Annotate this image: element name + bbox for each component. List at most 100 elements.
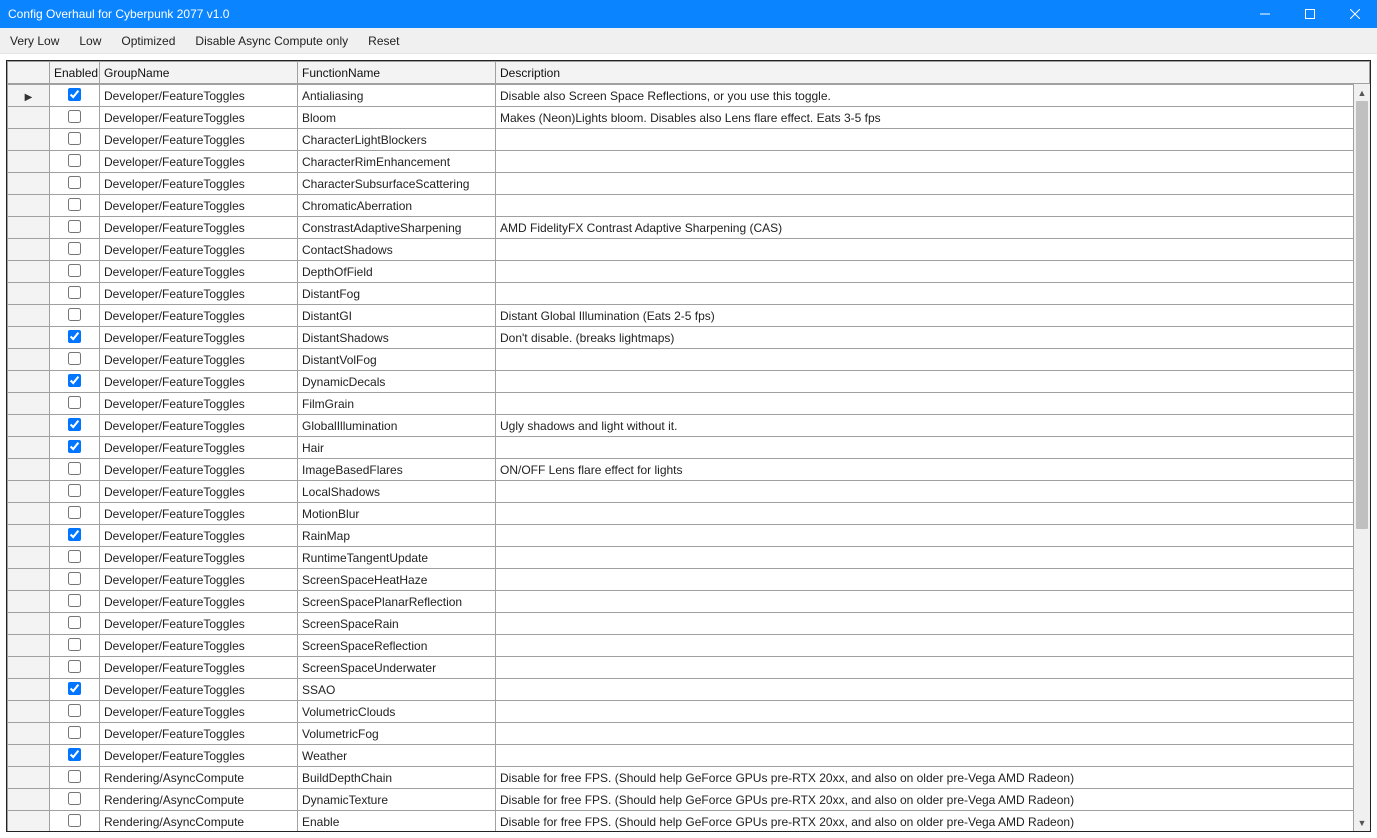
enabled-checkbox[interactable] xyxy=(68,462,81,475)
enabled-checkbox[interactable] xyxy=(68,748,81,761)
enabled-checkbox[interactable] xyxy=(68,594,81,607)
groupname-cell[interactable]: Developer/FeatureToggles xyxy=(100,569,298,591)
table-row[interactable]: Developer/FeatureTogglesRuntimeTangentUp… xyxy=(8,547,1370,569)
functionname-cell[interactable]: DynamicTexture xyxy=(298,789,496,811)
enabled-checkbox[interactable] xyxy=(68,242,81,255)
table-row[interactable]: Developer/FeatureTogglesScreenSpaceRain xyxy=(8,613,1370,635)
groupname-cell[interactable]: Developer/FeatureToggles xyxy=(100,85,298,107)
description-cell[interactable] xyxy=(496,701,1370,723)
groupname-cell[interactable]: Developer/FeatureToggles xyxy=(100,745,298,767)
groupname-cell[interactable]: Rendering/AsyncCompute xyxy=(100,811,298,832)
description-cell[interactable] xyxy=(496,613,1370,635)
functionname-cell[interactable]: DistantFog xyxy=(298,283,496,305)
table-row[interactable]: Developer/FeatureTogglesCharacterLightBl… xyxy=(8,129,1370,151)
enabled-checkbox[interactable] xyxy=(68,726,81,739)
functionname-cell[interactable]: DynamicDecals xyxy=(298,371,496,393)
enabled-checkbox[interactable] xyxy=(68,264,81,277)
row-header-cell[interactable] xyxy=(8,239,50,261)
row-header-cell[interactable] xyxy=(8,173,50,195)
table-row[interactable]: Developer/FeatureTogglesBloomMakes (Neon… xyxy=(8,107,1370,129)
row-header-cell[interactable] xyxy=(8,217,50,239)
functionname-cell[interactable]: FilmGrain xyxy=(298,393,496,415)
groupname-cell[interactable]: Developer/FeatureToggles xyxy=(100,195,298,217)
groupname-cell[interactable]: Developer/FeatureToggles xyxy=(100,591,298,613)
enabled-checkbox[interactable] xyxy=(68,330,81,343)
table-row[interactable]: Developer/FeatureTogglesLocalShadows xyxy=(8,481,1370,503)
table-row[interactable]: Developer/FeatureTogglesScreenSpaceRefle… xyxy=(8,635,1370,657)
description-cell[interactable] xyxy=(496,547,1370,569)
enabled-checkbox[interactable] xyxy=(68,484,81,497)
groupname-cell[interactable]: Developer/FeatureToggles xyxy=(100,459,298,481)
description-cell[interactable] xyxy=(496,723,1370,745)
description-cell[interactable]: Distant Global Illumination (Eats 2-5 fp… xyxy=(496,305,1370,327)
preset-low[interactable]: Low xyxy=(79,34,101,48)
groupname-cell[interactable]: Developer/FeatureToggles xyxy=(100,283,298,305)
minimize-button[interactable] xyxy=(1242,0,1287,28)
functionname-cell[interactable]: DistantShadows xyxy=(298,327,496,349)
functionname-cell[interactable]: ScreenSpaceHeatHaze xyxy=(298,569,496,591)
groupname-cell[interactable]: Developer/FeatureToggles xyxy=(100,437,298,459)
table-row[interactable]: Rendering/AsyncComputeBuildDepthChainDis… xyxy=(8,767,1370,789)
functionname-cell[interactable]: ScreenSpaceUnderwater xyxy=(298,657,496,679)
functionname-cell[interactable]: VolumetricFog xyxy=(298,723,496,745)
functionname-cell[interactable]: CharacterLightBlockers xyxy=(298,129,496,151)
row-header-cell[interactable] xyxy=(8,525,50,547)
table-row[interactable]: Rendering/AsyncComputeDynamicTextureDisa… xyxy=(8,789,1370,811)
enabled-checkbox[interactable] xyxy=(68,704,81,717)
table-row[interactable]: Developer/FeatureTogglesCharacterRimEnha… xyxy=(8,151,1370,173)
enabled-checkbox[interactable] xyxy=(68,638,81,651)
row-header-cell[interactable] xyxy=(8,415,50,437)
table-row[interactable]: Developer/FeatureTogglesConstrastAdaptiv… xyxy=(8,217,1370,239)
table-row[interactable]: Developer/FeatureTogglesDistantShadowsDo… xyxy=(8,327,1370,349)
table-row[interactable]: Developer/FeatureTogglesScreenSpaceUnder… xyxy=(8,657,1370,679)
groupname-cell[interactable]: Developer/FeatureToggles xyxy=(100,613,298,635)
description-cell[interactable]: Don't disable. (breaks lightmaps) xyxy=(496,327,1370,349)
row-header-cell[interactable] xyxy=(8,789,50,811)
description-cell[interactable]: Disable for free FPS. (Should help GeFor… xyxy=(496,789,1370,811)
description-cell[interactable]: AMD FidelityFX Contrast Adaptive Sharpen… xyxy=(496,217,1370,239)
row-header-cell[interactable] xyxy=(8,481,50,503)
groupname-cell[interactable]: Developer/FeatureToggles xyxy=(100,657,298,679)
groupname-cell[interactable]: Rendering/AsyncCompute xyxy=(100,789,298,811)
groupname-cell[interactable]: Developer/FeatureToggles xyxy=(100,547,298,569)
functionname-cell[interactable]: SSAO xyxy=(298,679,496,701)
description-cell[interactable]: ON/OFF Lens flare effect for lights xyxy=(496,459,1370,481)
table-row[interactable]: Developer/FeatureTogglesFilmGrain xyxy=(8,393,1370,415)
column-header-description[interactable]: Description xyxy=(496,62,1370,84)
table-row[interactable]: Developer/FeatureTogglesMotionBlur xyxy=(8,503,1370,525)
table-row[interactable]: Developer/FeatureTogglesDistantFog xyxy=(8,283,1370,305)
description-cell[interactable] xyxy=(496,481,1370,503)
row-header-cell[interactable] xyxy=(8,657,50,679)
table-row[interactable]: Developer/FeatureTogglesDepthOfField xyxy=(8,261,1370,283)
functionname-cell[interactable]: RainMap xyxy=(298,525,496,547)
groupname-cell[interactable]: Developer/FeatureToggles xyxy=(100,261,298,283)
enabled-checkbox[interactable] xyxy=(68,88,81,101)
table-row[interactable]: Developer/FeatureTogglesScreenSpacePlana… xyxy=(8,591,1370,613)
table-row[interactable]: Developer/FeatureTogglesVolumetricFog xyxy=(8,723,1370,745)
enabled-checkbox[interactable] xyxy=(68,176,81,189)
description-cell[interactable]: Disable for free FPS. (Should help GeFor… xyxy=(496,811,1370,832)
groupname-cell[interactable]: Developer/FeatureToggles xyxy=(100,503,298,525)
description-cell[interactable]: Makes (Neon)Lights bloom. Disables also … xyxy=(496,107,1370,129)
table-row[interactable]: Developer/FeatureTogglesVolumetricClouds xyxy=(8,701,1370,723)
groupname-cell[interactable]: Developer/FeatureToggles xyxy=(100,393,298,415)
functionname-cell[interactable]: ImageBasedFlares xyxy=(298,459,496,481)
functionname-cell[interactable]: Weather xyxy=(298,745,496,767)
description-cell[interactable]: Ugly shadows and light without it. xyxy=(496,415,1370,437)
row-header-cell[interactable] xyxy=(8,701,50,723)
description-cell[interactable] xyxy=(496,503,1370,525)
enabled-checkbox[interactable] xyxy=(68,132,81,145)
table-row[interactable]: Developer/FeatureTogglesScreenSpaceHeatH… xyxy=(8,569,1370,591)
column-header-group[interactable]: GroupName xyxy=(100,62,298,84)
column-header-enabled[interactable]: Enabled xyxy=(50,62,100,84)
functionname-cell[interactable]: Hair xyxy=(298,437,496,459)
functionname-cell[interactable]: CharacterSubsurfaceScattering xyxy=(298,173,496,195)
column-header-function[interactable]: FunctionName xyxy=(298,62,496,84)
preset-disable-async[interactable]: Disable Async Compute only xyxy=(195,34,348,48)
row-header-cell[interactable] xyxy=(8,679,50,701)
enabled-checkbox[interactable] xyxy=(68,352,81,365)
groupname-cell[interactable]: Developer/FeatureToggles xyxy=(100,701,298,723)
enabled-checkbox[interactable] xyxy=(68,110,81,123)
functionname-cell[interactable]: ScreenSpaceRain xyxy=(298,613,496,635)
scroll-track[interactable] xyxy=(1354,101,1370,814)
